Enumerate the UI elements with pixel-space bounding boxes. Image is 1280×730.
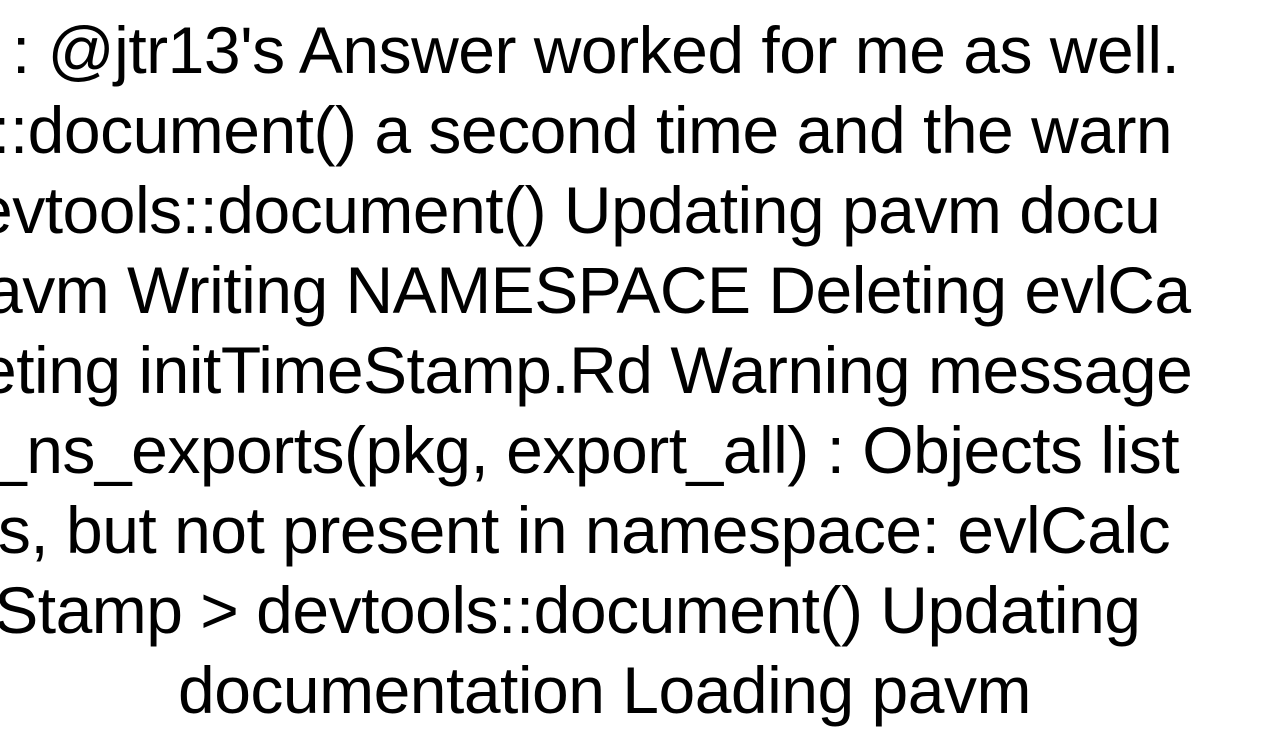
text-line-1: : @jtr13's Answer worked for me as well.	[12, 10, 1179, 90]
text-line-2: ::document() a second time and the warn	[0, 90, 1172, 170]
text-line-5: eting initTimeStamp.Rd Warning message	[0, 330, 1192, 410]
text-line-7: ts, but not present in namespace: evlCal…	[0, 490, 1170, 570]
text-line-3: evtools::document() Updating pavm docu	[0, 170, 1160, 250]
text-line-4: avm Writing NAMESPACE Deleting evlCa	[0, 250, 1191, 330]
text-line-6: _ns_exports(pkg, export_all) : Objects l…	[0, 410, 1179, 490]
text-line-8: eStamp > devtools::document() Updating	[0, 570, 1141, 650]
text-line-9: documentation Loading pavm	[178, 650, 1031, 730]
